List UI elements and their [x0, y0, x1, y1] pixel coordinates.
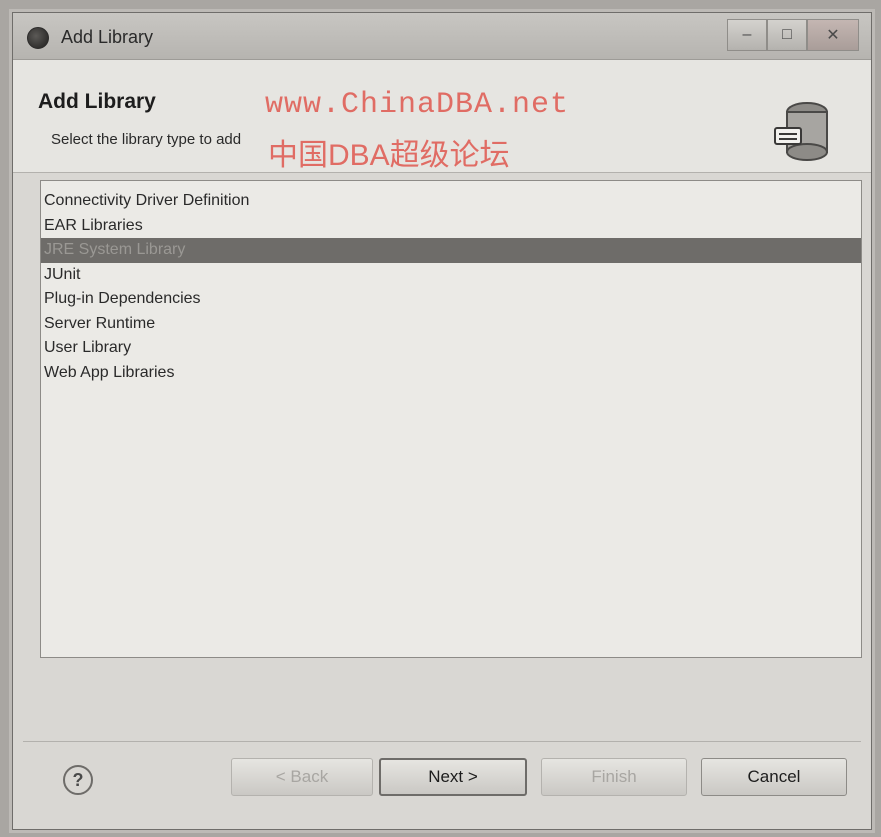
window-title: Add Library [61, 27, 154, 47]
page-title: Add Library [38, 90, 156, 113]
page-description: Select the library type to add [51, 131, 242, 148]
cancel-button[interactable]: Cancel [701, 758, 847, 796]
close-button[interactable]: ✕ [807, 19, 859, 51]
add-library-dialog: Add Library – □ ✕ Add Library Select the… [12, 12, 872, 830]
close-icon: ✕ [826, 27, 840, 44]
library-type-item[interactable]: User Library [41, 336, 861, 361]
window-controls: – □ ✕ [727, 19, 859, 51]
title-bar: Add Library – □ ✕ [13, 13, 871, 60]
library-type-list[interactable]: Connectivity Driver Definition EAR Librar… [40, 180, 862, 658]
wizard-header: Add Library Select the library type to a… [13, 60, 871, 173]
library-type-item[interactable]: JUnit [41, 263, 861, 288]
minimize-button[interactable]: – [727, 19, 767, 51]
eclipse-icon [27, 27, 49, 49]
library-type-item[interactable]: Server Runtime [41, 312, 861, 337]
library-type-item[interactable]: JRE System Library [41, 238, 861, 263]
watermark-url: www.ChinaDBA.net [265, 88, 570, 122]
maximize-button[interactable]: □ [767, 19, 807, 51]
library-type-item[interactable]: Web App Libraries [41, 361, 861, 386]
finish-button[interactable]: Finish [541, 758, 687, 796]
maximize-icon: □ [782, 26, 792, 43]
minimize-icon: – [742, 26, 752, 43]
next-button[interactable]: Next > [379, 758, 527, 796]
library-type-item[interactable]: Connectivity Driver Definition [41, 189, 861, 214]
button-bar-separator [23, 741, 861, 742]
watermark-chinese: 中国DBA超级论坛 [268, 139, 510, 172]
help-button[interactable]: ? [63, 765, 93, 795]
help-icon: ? [72, 769, 84, 790]
back-button[interactable]: < Back [231, 758, 373, 796]
library-type-item[interactable]: EAR Libraries [41, 214, 861, 239]
library-type-item[interactable]: Plug-in Dependencies [41, 287, 861, 312]
library-jar-icon [774, 102, 828, 161]
